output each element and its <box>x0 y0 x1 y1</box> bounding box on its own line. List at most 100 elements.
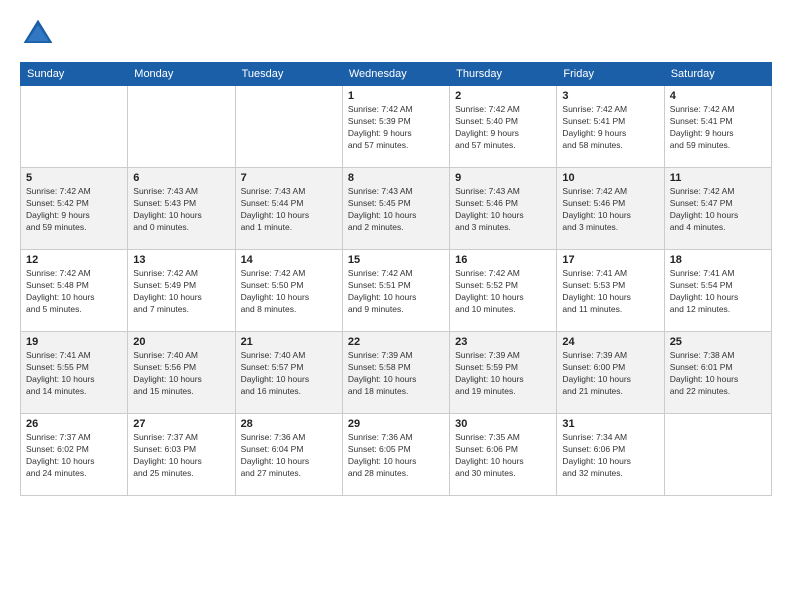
calendar-cell: 15 Sunrise: 7:42 AM Sunset: 5:51 PM Dayli… <box>342 250 449 332</box>
day-number: 22 <box>348 336 444 348</box>
day-info: Sunrise: 7:40 AM Sunset: 5:57 PM Dayligh… <box>241 350 337 398</box>
calendar-cell: 21 Sunrise: 7:40 AM Sunset: 5:57 PM Dayli… <box>235 332 342 414</box>
day-number: 11 <box>670 172 766 184</box>
day-header-monday: Monday <box>128 63 235 86</box>
day-number: 30 <box>455 418 551 430</box>
day-info: Sunrise: 7:41 AM Sunset: 5:54 PM Dayligh… <box>670 268 766 316</box>
day-number: 6 <box>133 172 229 184</box>
calendar-cell: 25 Sunrise: 7:38 AM Sunset: 6:01 PM Dayli… <box>664 332 771 414</box>
calendar-cell: 5 Sunrise: 7:42 AM Sunset: 5:42 PM Daylig… <box>21 168 128 250</box>
day-header-wednesday: Wednesday <box>342 63 449 86</box>
day-number: 15 <box>348 254 444 266</box>
day-info: Sunrise: 7:36 AM Sunset: 6:04 PM Dayligh… <box>241 432 337 480</box>
day-info: Sunrise: 7:42 AM Sunset: 5:39 PM Dayligh… <box>348 104 444 152</box>
day-number: 31 <box>562 418 658 430</box>
calendar-cell: 17 Sunrise: 7:41 AM Sunset: 5:53 PM Dayli… <box>557 250 664 332</box>
day-info: Sunrise: 7:43 AM Sunset: 5:45 PM Dayligh… <box>348 186 444 234</box>
calendar-cell: 9 Sunrise: 7:43 AM Sunset: 5:46 PM Daylig… <box>450 168 557 250</box>
day-info: Sunrise: 7:42 AM Sunset: 5:41 PM Dayligh… <box>670 104 766 152</box>
day-number: 13 <box>133 254 229 266</box>
day-info: Sunrise: 7:42 AM Sunset: 5:47 PM Dayligh… <box>670 186 766 234</box>
day-number: 4 <box>670 90 766 102</box>
calendar-cell: 13 Sunrise: 7:42 AM Sunset: 5:49 PM Dayli… <box>128 250 235 332</box>
day-info: Sunrise: 7:41 AM Sunset: 5:55 PM Dayligh… <box>26 350 122 398</box>
calendar-cell: 8 Sunrise: 7:43 AM Sunset: 5:45 PM Daylig… <box>342 168 449 250</box>
day-header-friday: Friday <box>557 63 664 86</box>
calendar-cell: 16 Sunrise: 7:42 AM Sunset: 5:52 PM Dayli… <box>450 250 557 332</box>
day-info: Sunrise: 7:37 AM Sunset: 6:03 PM Dayligh… <box>133 432 229 480</box>
day-info: Sunrise: 7:42 AM Sunset: 5:51 PM Dayligh… <box>348 268 444 316</box>
calendar-cell: 4 Sunrise: 7:42 AM Sunset: 5:41 PM Daylig… <box>664 86 771 168</box>
day-number: 3 <box>562 90 658 102</box>
day-info: Sunrise: 7:37 AM Sunset: 6:02 PM Dayligh… <box>26 432 122 480</box>
calendar-cell: 22 Sunrise: 7:39 AM Sunset: 5:58 PM Dayli… <box>342 332 449 414</box>
calendar-cell: 10Sunrise: 7:42 AM Sunset: 5:46 PM Dayli… <box>557 168 664 250</box>
day-number: 29 <box>348 418 444 430</box>
calendar-cell: 24Sunrise: 7:39 AM Sunset: 6:00 PM Dayli… <box>557 332 664 414</box>
day-number: 21 <box>241 336 337 348</box>
calendar-cell: 30 Sunrise: 7:35 AM Sunset: 6:06 PM Dayli… <box>450 414 557 496</box>
day-header-thursday: Thursday <box>450 63 557 86</box>
day-info: Sunrise: 7:39 AM Sunset: 5:58 PM Dayligh… <box>348 350 444 398</box>
day-info: Sunrise: 7:43 AM Sunset: 5:46 PM Dayligh… <box>455 186 551 234</box>
calendar: SundayMondayTuesdayWednesdayThursdayFrid… <box>20 62 772 496</box>
day-info: Sunrise: 7:40 AM Sunset: 5:56 PM Dayligh… <box>133 350 229 398</box>
logo <box>20 16 62 52</box>
day-number: 16 <box>455 254 551 266</box>
day-number: 9 <box>455 172 551 184</box>
calendar-cell: 6 Sunrise: 7:43 AM Sunset: 5:43 PM Daylig… <box>128 168 235 250</box>
day-number: 19 <box>26 336 122 348</box>
calendar-cell <box>128 86 235 168</box>
day-info: Sunrise: 7:43 AM Sunset: 5:43 PM Dayligh… <box>133 186 229 234</box>
calendar-cell: 18 Sunrise: 7:41 AM Sunset: 5:54 PM Dayli… <box>664 250 771 332</box>
day-info: Sunrise: 7:35 AM Sunset: 6:06 PM Dayligh… <box>455 432 551 480</box>
day-number: 8 <box>348 172 444 184</box>
day-number: 28 <box>241 418 337 430</box>
day-number: 14 <box>241 254 337 266</box>
day-number: 25 <box>670 336 766 348</box>
day-info: Sunrise: 7:42 AM Sunset: 5:52 PM Dayligh… <box>455 268 551 316</box>
day-info: Sunrise: 7:39 AM Sunset: 6:00 PM Dayligh… <box>562 350 658 398</box>
day-number: 17 <box>562 254 658 266</box>
calendar-cell: 19 Sunrise: 7:41 AM Sunset: 5:55 PM Dayli… <box>21 332 128 414</box>
header <box>20 16 772 52</box>
week-row-1: 5 Sunrise: 7:42 AM Sunset: 5:42 PM Daylig… <box>21 168 772 250</box>
week-row-0: 1Sunrise: 7:42 AM Sunset: 5:39 PM Daylig… <box>21 86 772 168</box>
calendar-cell: 29Sunrise: 7:36 AM Sunset: 6:05 PM Dayli… <box>342 414 449 496</box>
day-number: 20 <box>133 336 229 348</box>
day-info: Sunrise: 7:42 AM Sunset: 5:46 PM Dayligh… <box>562 186 658 234</box>
calendar-cell: 23 Sunrise: 7:39 AM Sunset: 5:59 PM Dayli… <box>450 332 557 414</box>
day-header-tuesday: Tuesday <box>235 63 342 86</box>
day-info: Sunrise: 7:39 AM Sunset: 5:59 PM Dayligh… <box>455 350 551 398</box>
week-row-3: 19 Sunrise: 7:41 AM Sunset: 5:55 PM Dayli… <box>21 332 772 414</box>
day-info: Sunrise: 7:42 AM Sunset: 5:50 PM Dayligh… <box>241 268 337 316</box>
day-number: 12 <box>26 254 122 266</box>
calendar-cell: 7 Sunrise: 7:43 AM Sunset: 5:44 PM Daylig… <box>235 168 342 250</box>
calendar-cell <box>21 86 128 168</box>
day-info: Sunrise: 7:41 AM Sunset: 5:53 PM Dayligh… <box>562 268 658 316</box>
day-number: 26 <box>26 418 122 430</box>
day-info: Sunrise: 7:42 AM Sunset: 5:49 PM Dayligh… <box>133 268 229 316</box>
calendar-cell: 2Sunrise: 7:42 AM Sunset: 5:40 PM Daylig… <box>450 86 557 168</box>
calendar-cell: 12 Sunrise: 7:42 AM Sunset: 5:48 PM Dayli… <box>21 250 128 332</box>
day-info: Sunrise: 7:42 AM Sunset: 5:41 PM Dayligh… <box>562 104 658 152</box>
day-info: Sunrise: 7:34 AM Sunset: 6:06 PM Dayligh… <box>562 432 658 480</box>
day-info: Sunrise: 7:42 AM Sunset: 5:42 PM Dayligh… <box>26 186 122 234</box>
day-number: 23 <box>455 336 551 348</box>
day-number: 7 <box>241 172 337 184</box>
page: SundayMondayTuesdayWednesdayThursdayFrid… <box>0 0 792 612</box>
day-header-sunday: Sunday <box>21 63 128 86</box>
calendar-cell: 11 Sunrise: 7:42 AM Sunset: 5:47 PM Dayli… <box>664 168 771 250</box>
calendar-cell <box>235 86 342 168</box>
day-info: Sunrise: 7:43 AM Sunset: 5:44 PM Dayligh… <box>241 186 337 234</box>
week-row-4: 26 Sunrise: 7:37 AM Sunset: 6:02 PM Dayli… <box>21 414 772 496</box>
day-info: Sunrise: 7:42 AM Sunset: 5:48 PM Dayligh… <box>26 268 122 316</box>
calendar-cell: 14 Sunrise: 7:42 AM Sunset: 5:50 PM Dayli… <box>235 250 342 332</box>
calendar-cell: 1Sunrise: 7:42 AM Sunset: 5:39 PM Daylig… <box>342 86 449 168</box>
day-number: 2 <box>455 90 551 102</box>
day-number: 18 <box>670 254 766 266</box>
calendar-cell: 3 Sunrise: 7:42 AM Sunset: 5:41 PM Daylig… <box>557 86 664 168</box>
day-info: Sunrise: 7:38 AM Sunset: 6:01 PM Dayligh… <box>670 350 766 398</box>
days-header-row: SundayMondayTuesdayWednesdayThursdayFrid… <box>21 63 772 86</box>
day-number: 5 <box>26 172 122 184</box>
